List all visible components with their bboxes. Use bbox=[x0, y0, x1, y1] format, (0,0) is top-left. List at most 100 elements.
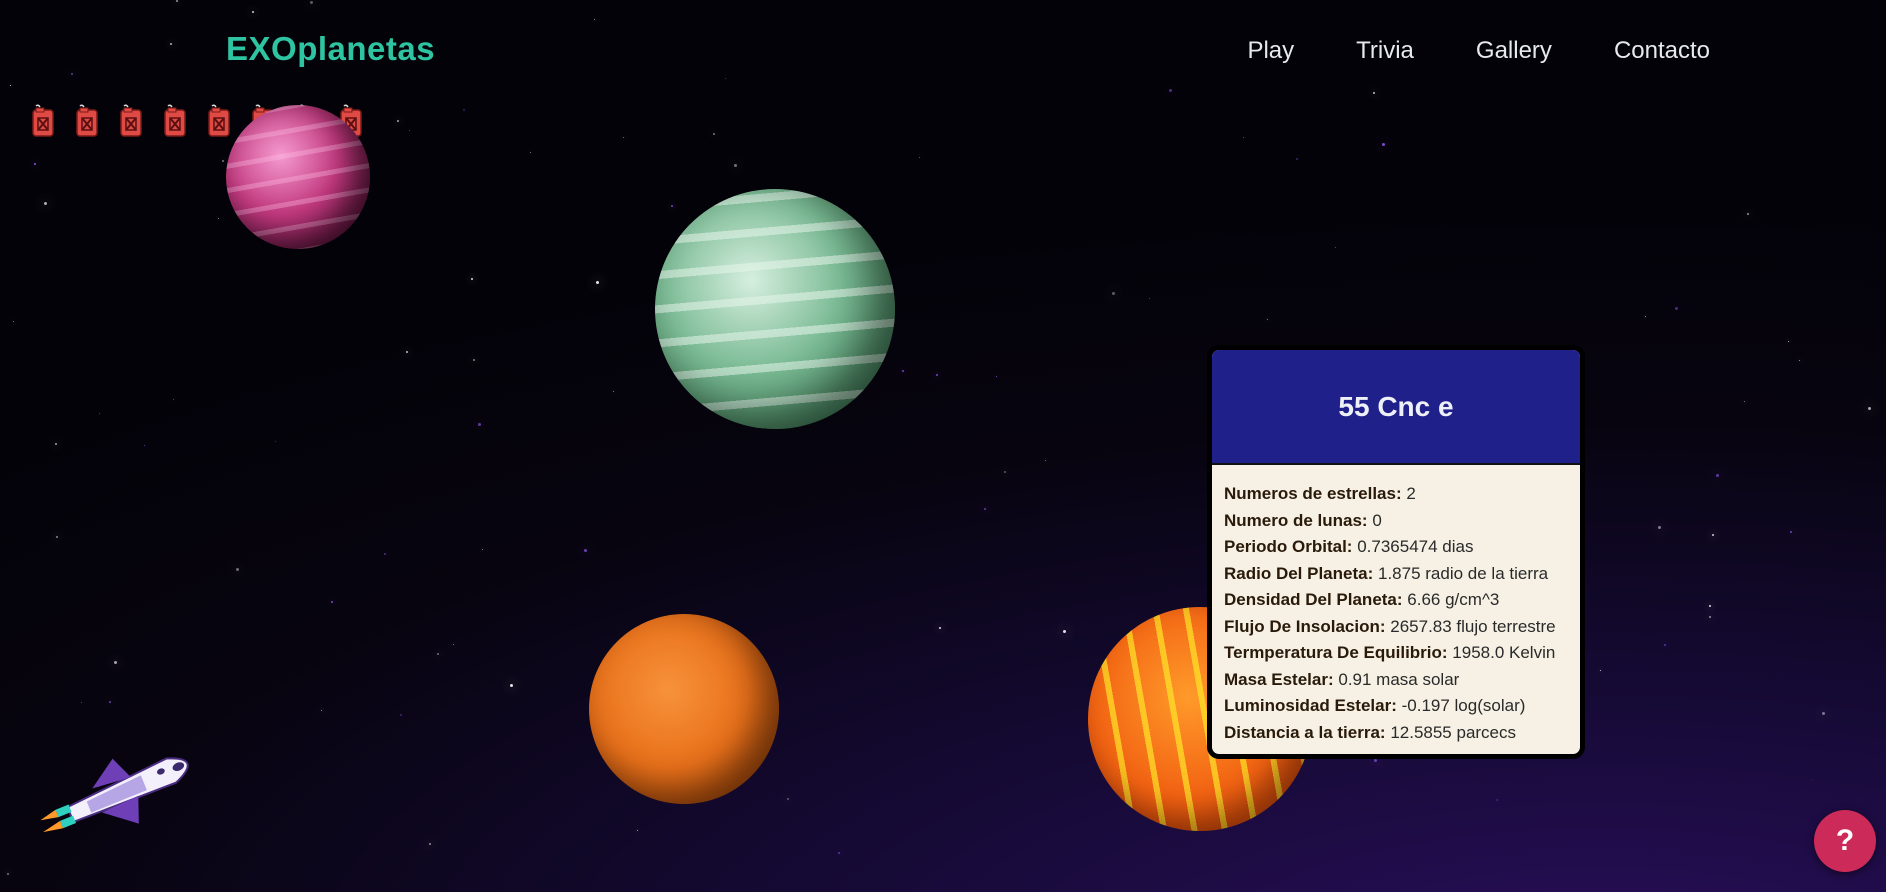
star bbox=[1644, 316, 1646, 318]
star bbox=[109, 700, 111, 703]
star bbox=[1716, 473, 1720, 477]
star bbox=[405, 351, 408, 354]
stat-row: Periodo Orbital: 0.7365474 dias bbox=[1224, 534, 1568, 561]
star bbox=[509, 683, 513, 687]
planet-stats: Numeros de estrellas: 2 Numero de lunas:… bbox=[1212, 465, 1580, 746]
star bbox=[918, 157, 920, 159]
star bbox=[252, 11, 255, 14]
star bbox=[1334, 246, 1336, 248]
star bbox=[175, 0, 178, 3]
orange-planet[interactable] bbox=[589, 614, 779, 804]
star bbox=[478, 422, 482, 426]
star bbox=[713, 132, 716, 135]
star bbox=[1296, 157, 1299, 160]
stat-label: Numero de lunas: bbox=[1224, 510, 1368, 530]
star bbox=[470, 277, 473, 280]
stat-label: Periodo Orbital: bbox=[1224, 537, 1353, 556]
star bbox=[1657, 525, 1661, 529]
stat-value: 2657.83 flujo terrestre bbox=[1390, 616, 1556, 636]
stat-label: Termperatura De Equilibrio: bbox=[1224, 643, 1448, 662]
green-planet[interactable] bbox=[655, 189, 895, 429]
star bbox=[984, 507, 987, 510]
star bbox=[837, 852, 840, 855]
star bbox=[34, 162, 37, 165]
stat-value: 0.91 masa solar bbox=[1338, 669, 1460, 689]
planet-name: 55 Cnc e bbox=[1212, 350, 1580, 465]
star bbox=[1111, 292, 1115, 296]
star bbox=[9, 85, 11, 87]
star bbox=[437, 653, 440, 656]
star bbox=[637, 829, 639, 831]
fuel-can-icon bbox=[164, 104, 186, 137]
nav-trivia[interactable]: Trivia bbox=[1356, 37, 1414, 65]
star bbox=[1373, 92, 1376, 95]
star bbox=[481, 548, 483, 550]
star bbox=[1004, 471, 1007, 474]
nav-gallery[interactable]: Gallery bbox=[1476, 37, 1552, 65]
star bbox=[1868, 406, 1872, 410]
star bbox=[1382, 142, 1386, 146]
star bbox=[1496, 799, 1498, 802]
star bbox=[70, 72, 73, 75]
star bbox=[724, 77, 726, 79]
star bbox=[1168, 88, 1172, 92]
star bbox=[400, 713, 403, 716]
nav-play[interactable]: Play bbox=[1247, 37, 1294, 65]
star bbox=[81, 702, 83, 704]
star bbox=[7, 872, 10, 875]
star bbox=[1373, 759, 1377, 763]
star bbox=[623, 137, 625, 138]
stat-row: Luminosidad Estelar: -0.197 log(solar) bbox=[1224, 693, 1568, 720]
help-button[interactable]: ? bbox=[1814, 810, 1876, 872]
stat-row: Numeros de estrellas: 2 bbox=[1224, 481, 1568, 508]
stat-label: Masa Estelar: bbox=[1224, 669, 1334, 689]
star bbox=[1599, 669, 1601, 671]
star bbox=[1787, 341, 1789, 342]
spaceship-icon[interactable] bbox=[28, 748, 216, 848]
star bbox=[938, 626, 941, 629]
star bbox=[1045, 459, 1047, 461]
star bbox=[99, 412, 101, 414]
fuel-can-icon bbox=[208, 104, 230, 137]
star bbox=[397, 119, 400, 122]
planet-info-card: 55 Cnc e Numeros de estrellas: 2 Numero … bbox=[1207, 345, 1585, 759]
stat-row: Termperatura De Equilibrio: 1958.0 Kelvi… bbox=[1224, 640, 1568, 667]
star bbox=[1709, 604, 1712, 607]
stat-label: Flujo De Insolacion: bbox=[1224, 616, 1386, 636]
nav-contacto[interactable]: Contacto bbox=[1614, 37, 1710, 65]
star bbox=[13, 320, 15, 322]
star bbox=[330, 601, 333, 604]
star bbox=[670, 205, 673, 208]
star bbox=[310, 0, 314, 4]
star bbox=[1799, 360, 1801, 362]
star bbox=[452, 644, 454, 646]
stat-value: 12.5855 parcecs bbox=[1390, 722, 1517, 742]
star bbox=[114, 661, 118, 665]
star bbox=[1063, 629, 1067, 633]
star bbox=[529, 151, 531, 153]
star bbox=[595, 280, 599, 284]
pink-planet[interactable] bbox=[226, 105, 370, 249]
star bbox=[172, 399, 174, 401]
stat-row: Flujo De Insolacion: 2657.83 flujo terre… bbox=[1224, 614, 1568, 641]
stat-label: Radio Del Planeta: bbox=[1224, 563, 1374, 583]
star bbox=[1711, 534, 1714, 537]
star bbox=[612, 390, 614, 392]
star bbox=[1821, 712, 1825, 716]
stat-value: 6.66 g/cm^3 bbox=[1407, 590, 1500, 609]
star bbox=[144, 444, 146, 446]
stat-row: Numero de lunas: 0 bbox=[1224, 508, 1568, 535]
fuel-can-icon bbox=[76, 104, 98, 137]
star bbox=[593, 19, 595, 21]
stat-row: Densidad Del Planeta: 6.66 g/cm^3 bbox=[1224, 587, 1568, 614]
star bbox=[733, 164, 737, 168]
star bbox=[408, 129, 410, 131]
star bbox=[274, 440, 276, 442]
fuel-can-icon bbox=[120, 104, 142, 137]
stat-value: 2 bbox=[1406, 484, 1416, 503]
brand-logo[interactable]: EXOplanetas bbox=[226, 30, 435, 68]
star bbox=[320, 710, 322, 711]
star bbox=[221, 159, 224, 162]
star bbox=[235, 568, 239, 572]
star bbox=[384, 553, 387, 556]
